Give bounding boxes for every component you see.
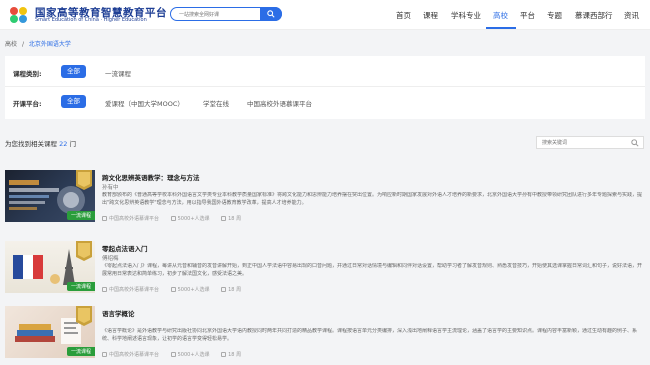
nav-universities[interactable]: 高校 [493, 10, 508, 21]
breadcrumb-separator: / [21, 41, 24, 48]
user-icon [170, 287, 176, 292]
category-all-chip[interactable]: 全部 [61, 65, 86, 78]
platform-logo-icon[interactable] [8, 5, 30, 25]
nav-disciplines[interactable]: 学科专业 [451, 10, 481, 21]
logo-subtitle: Smart Education of China · Higher Educat… [35, 17, 147, 23]
course-thumbnail[interactable]: 一流课程 [5, 241, 95, 293]
platform-icon [102, 352, 107, 357]
course-title[interactable]: 语言学概论 [102, 308, 135, 318]
quality-badge-icon [76, 306, 92, 326]
course-card[interactable]: 一流课程 零起点法语入门 傅绍梅 《零起点法语入门》课程，每讲从元音和辅音的发音… [0, 241, 650, 301]
course-meta: 中国高校外语慕课平台 5000+人选课 18 周 [102, 215, 251, 222]
nav-western-mooc[interactable]: 慕课西部行 [575, 10, 613, 21]
global-search [170, 7, 282, 21]
course-card[interactable]: 一流课程 跨文化思辨英语教学：理念与方法 孙有中 教育部颁布的《普通高等学校本科… [0, 170, 650, 230]
course-thumbnail[interactable]: 一流课程 [5, 170, 95, 222]
result-number: 22 [59, 140, 68, 148]
platform-icon [102, 287, 107, 292]
search-icon[interactable] [631, 139, 639, 147]
course-description: 《零起点法语入门》课程，每讲从元音和辅音的发音讲解开始，到正中国人学法语中容易出… [102, 263, 642, 277]
platform-xuetang-chip[interactable]: 学堂在线 [203, 98, 229, 108]
category-first-class-chip[interactable]: 一流课程 [105, 68, 131, 78]
course-title[interactable]: 零起点法语入门 [102, 243, 148, 253]
platform-icon [102, 216, 107, 221]
course-lessons: 18 周 [221, 216, 241, 222]
course-search [536, 136, 644, 149]
user-icon [170, 352, 176, 357]
clock-icon [221, 287, 227, 292]
course-tag: 一流课程 [66, 282, 95, 291]
course-enrolled: 5000+人选课 [170, 216, 210, 222]
quality-badge-icon [76, 170, 92, 190]
course-lessons: 18 周 [221, 287, 241, 293]
nav-platforms[interactable]: 平台 [520, 10, 535, 21]
user-icon [170, 216, 176, 221]
breadcrumb-root[interactable]: 高校 [5, 41, 17, 48]
result-prefix: 为您找到相关课程 [5, 140, 57, 148]
platform-filter-label: 开课平台: [13, 100, 42, 108]
nav-courses[interactable]: 课程 [423, 10, 438, 21]
course-description: 《语言学概论》是外语教学与研究出版社协同北京外国语大学语内教授同时两年共同打造的… [102, 328, 638, 342]
course-card[interactable]: 一流课程 语言学概论 《语言学概论》是外语教学与研究出版社协同北京外国语大学语内… [0, 306, 650, 365]
course-tag: 一流课程 [66, 211, 95, 220]
global-search-input[interactable] [179, 9, 259, 20]
course-meta: 中国高校外语慕课平台 5000+人选课 18 周 [102, 286, 251, 293]
nav-news[interactable]: 资讯 [624, 10, 639, 21]
course-teacher: 傅绍梅 [102, 256, 119, 262]
course-meta: 中国高校外语慕课平台 5000+人选课 18 周 [102, 351, 251, 358]
course-description: 教育部颁布的《普通高等学校本科外国语言文学类专业本科教学质量国家标准》将跨文化能… [102, 192, 642, 206]
clock-icon [221, 216, 227, 221]
result-suffix: 门 [69, 140, 76, 148]
nav-active-indicator [486, 27, 516, 29]
filter-panel: 课程类别: 全部 一流课程 开课平台: 全部 爱课程（中国大学MOOC） 学堂在… [5, 56, 645, 119]
course-teacher: 孙有中 [102, 185, 119, 191]
platform-icourse-chip[interactable]: 爱课程（中国大学MOOC） [105, 98, 184, 108]
course-tag: 一流课程 [66, 347, 95, 356]
breadcrumb-current: 北京外国语大学 [28, 41, 71, 48]
search-icon [267, 10, 275, 18]
course-platform: 中国高校外语慕课平台 [102, 287, 159, 293]
course-platform: 中国高校外语慕课平台 [102, 216, 159, 222]
nav-home[interactable]: 首页 [396, 10, 411, 21]
course-thumbnail[interactable]: 一流课程 [5, 306, 95, 358]
course-enrolled: 5000+人选课 [170, 352, 210, 358]
top-header: 国家高等教育智慧教育平台 Smart Education of China · … [0, 0, 650, 30]
quality-badge-icon [76, 241, 92, 261]
breadcrumb: 高校 / 北京外国语大学 [5, 39, 71, 48]
platform-foreign-lang-chip[interactable]: 中国高校外语慕课平台 [247, 98, 312, 108]
clock-icon [221, 352, 227, 357]
course-enrolled: 5000+人选课 [170, 287, 210, 293]
filter-divider [5, 86, 645, 87]
global-search-button[interactable] [260, 7, 282, 21]
course-title[interactable]: 跨文化思辨英语教学：理念与方法 [102, 172, 200, 182]
nav-topics[interactable]: 专题 [547, 10, 562, 21]
platform-all-chip[interactable]: 全部 [61, 95, 86, 108]
category-filter-label: 课程类别: [13, 70, 42, 78]
course-lessons: 18 周 [221, 352, 241, 358]
course-platform: 中国高校外语慕课平台 [102, 352, 159, 358]
course-search-input[interactable] [542, 138, 622, 148]
result-count: 为您找到相关课程 22 门 [5, 138, 76, 148]
